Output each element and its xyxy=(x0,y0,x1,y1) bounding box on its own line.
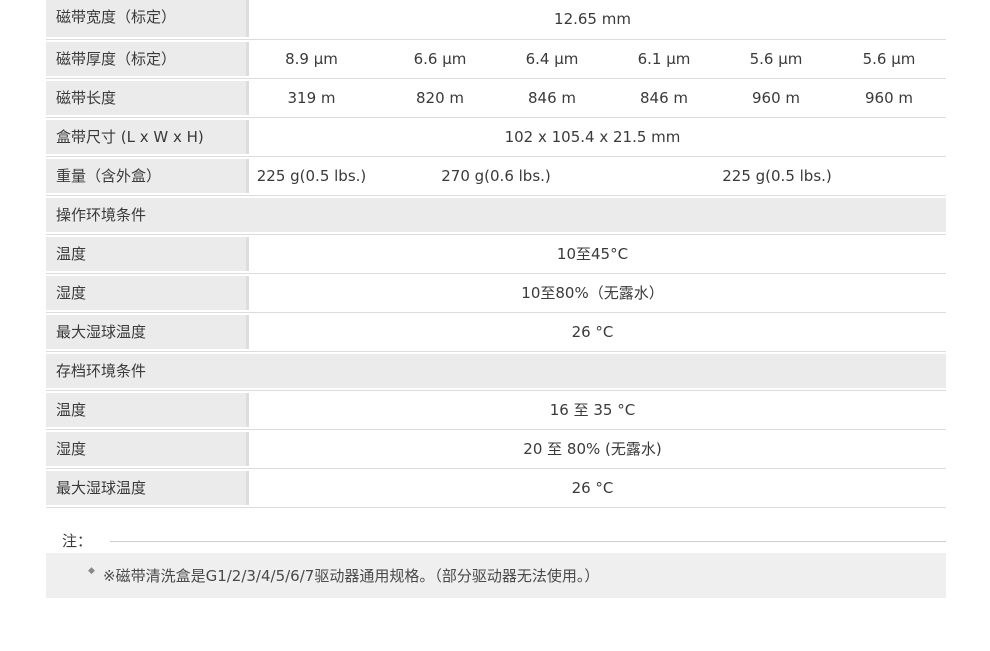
table-row-tape-length: 磁带长度 319 m 820 m 846 m 846 m 960 m 960 m xyxy=(46,79,946,118)
section-archive-conditions: 存档环境条件 xyxy=(46,352,946,391)
cell-value: 6.6 µm xyxy=(413,50,467,68)
cell-value: 5.6 µm xyxy=(749,50,803,68)
row-label: 最大湿球温度 xyxy=(46,471,249,505)
cell-value: 6.1 µm xyxy=(637,50,691,68)
table-row-archive-wet-bulb: 最大湿球温度 26 °C xyxy=(46,469,946,508)
cell-value: 319 m xyxy=(287,89,336,107)
table-row-weight: 重量（含外盒） 225 g(0.5 lbs.) 270 g(0.6 lbs.) … xyxy=(46,157,946,196)
cell-value: 6.4 µm xyxy=(525,50,579,68)
cell-value: 820 m xyxy=(415,89,464,107)
table-row-tape-thickness: 磁带厚度（标定） 8.9 µm 6.6 µm 6.4 µm 6.1 µm 5.6… xyxy=(46,40,946,79)
row-value: 26 °C xyxy=(571,323,614,341)
notes-heading: 注： xyxy=(62,532,93,550)
row-value: 12.65 mm xyxy=(554,10,631,28)
cell-value: 846 m xyxy=(527,89,576,107)
row-value: 20 至 80% (无露水) xyxy=(523,440,662,458)
row-value: 10至80%（无露水） xyxy=(521,284,664,302)
row-label: 磁带厚度（标定） xyxy=(46,42,249,76)
table-row-archive-temperature: 温度 16 至 35 °C xyxy=(46,391,946,430)
cell-value: 846 m xyxy=(639,89,688,107)
table-row-operating-wet-bulb: 最大湿球温度 26 °C xyxy=(46,313,946,352)
notes-divider xyxy=(110,541,946,542)
row-label: 湿度 xyxy=(46,432,249,466)
row-label: 重量（含外盒） xyxy=(46,159,249,193)
table-row-archive-humidity: 湿度 20 至 80% (无露水) xyxy=(46,430,946,469)
section-header: 操作环境条件 xyxy=(46,198,946,232)
cell-value: 960 m xyxy=(751,89,800,107)
table-row-operating-humidity: 湿度 10至80%（无露水） xyxy=(46,274,946,313)
table-row-operating-temperature: 温度 10至45°C xyxy=(46,235,946,274)
spec-table: 磁带宽度（标定） 12.65 mm 磁带厚度（标定） 8.9 µm 6.6 µm… xyxy=(46,0,946,508)
section-operating-conditions: 操作环境条件 xyxy=(46,196,946,235)
cell-value: 225 g(0.5 lbs.) xyxy=(722,167,832,185)
row-label: 湿度 xyxy=(46,276,249,310)
row-value: 26 °C xyxy=(571,479,614,497)
table-row-cartridge-dimensions: 盒带尺寸 (L x W x H) 102 x 105.4 x 21.5 mm xyxy=(46,118,946,157)
row-label: 温度 xyxy=(46,237,249,271)
table-row-tape-width: 磁带宽度（标定） 12.65 mm xyxy=(46,0,946,40)
cell-value: 270 g(0.6 lbs.) xyxy=(441,167,551,185)
cell-value: 225 g(0.5 lbs.) xyxy=(256,167,367,185)
section-title: 操作环境条件 xyxy=(56,206,147,224)
bullet-icon: ◆ xyxy=(88,566,95,576)
note-item: ※磁带清洗盒是G1/2/3/4/5/6/7驱动器通用规格。（部分驱动器无法使用。… xyxy=(103,567,600,585)
row-label: 最大湿球温度 xyxy=(46,315,249,349)
row-label: 温度 xyxy=(46,393,249,427)
cell-value: 5.6 µm xyxy=(862,50,916,68)
section-title: 存档环境条件 xyxy=(56,362,147,380)
row-label: 磁带宽度（标定） xyxy=(46,0,249,37)
row-value: 102 x 105.4 x 21.5 mm xyxy=(504,128,681,146)
cell-value: 8.9 µm xyxy=(285,50,338,68)
row-label: 磁带长度 xyxy=(46,81,249,115)
row-value: 16 至 35 °C xyxy=(549,401,636,419)
cell-value: 960 m xyxy=(864,89,913,107)
section-header: 存档环境条件 xyxy=(46,354,946,388)
row-value: 10至45°C xyxy=(556,245,629,263)
row-label: 盒带尺寸 (L x W x H) xyxy=(46,120,249,154)
